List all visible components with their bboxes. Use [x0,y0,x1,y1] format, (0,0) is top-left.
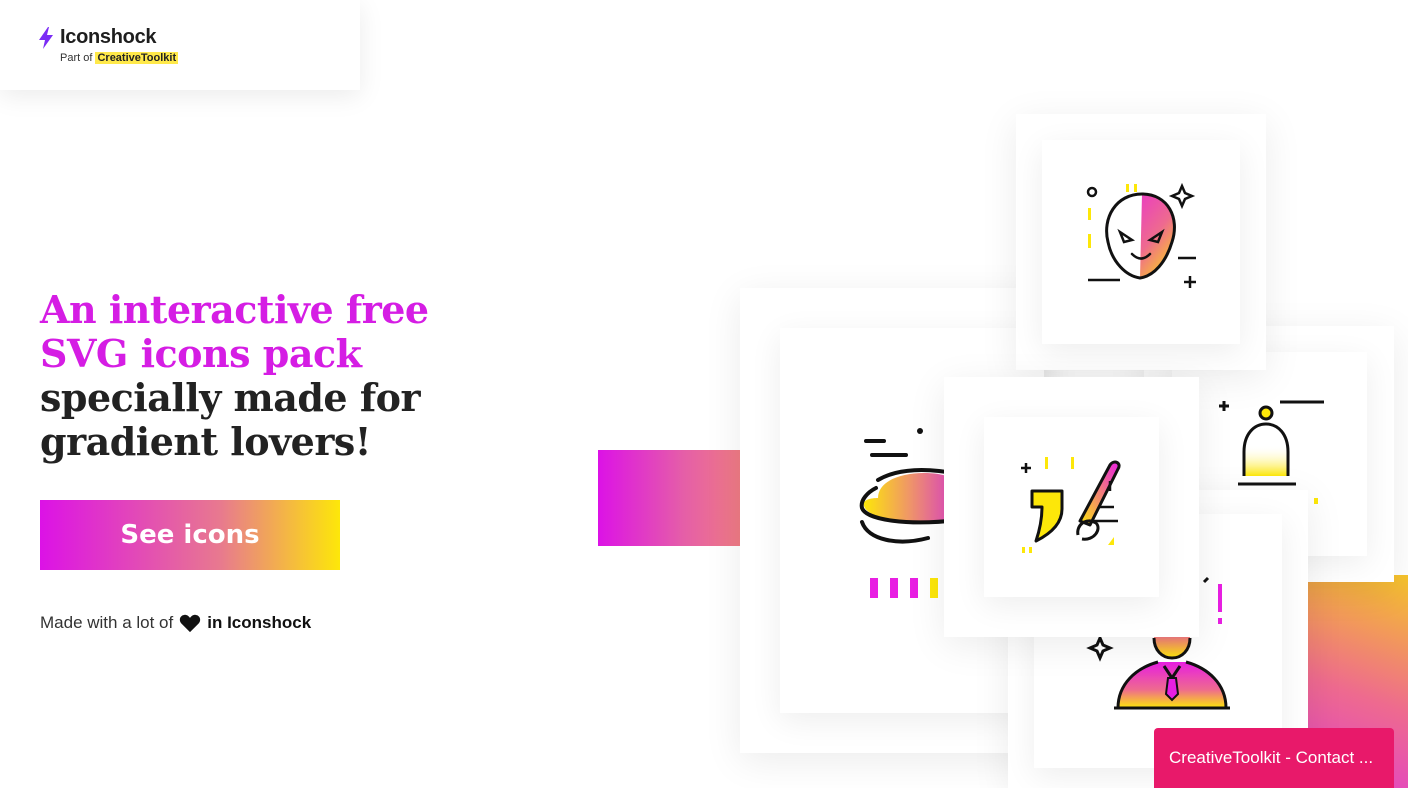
paint-brush-icon [1021,457,1121,553]
hero-title: An interactive free SVG icons pack speci… [40,288,520,464]
alien-icon [1086,182,1196,288]
creativetoolkit-link[interactable]: CreativeToolkit [95,52,179,64]
hero-title-line-4: gradient lovers! [40,419,371,464]
gradient-block [598,450,740,546]
see-icons-button[interactable]: See icons [40,500,340,570]
alien-card[interactable] [1016,114,1266,370]
made-with-note: Made with a lot of in Iconshock [40,613,311,633]
made-with-suffix: in Iconshock [207,613,312,632]
paint-brush-card-inner [984,417,1159,597]
brand-subline: Part of CreativeToolkit [60,52,179,64]
logo-card[interactable]: Iconshock Part of CreativeToolkit [0,0,360,90]
made-with-prefix: Made with a lot of [40,613,174,632]
alien-card-inner [1042,140,1240,344]
hero-title-line-3: specially made for [40,375,421,420]
brand-subline-prefix: Part of [60,52,93,64]
hero-title-accent-line-1: An interactive free [40,287,429,332]
bolt-icon [39,27,53,49]
contact-button[interactable]: CreativeToolkit - Contact ... [1154,728,1394,788]
paint-brush-card[interactable] [944,377,1199,637]
brand-name: Iconshock [60,26,157,48]
hero-title-accent-line-2: SVG icons pack [40,331,362,376]
heart-icon [180,614,201,633]
